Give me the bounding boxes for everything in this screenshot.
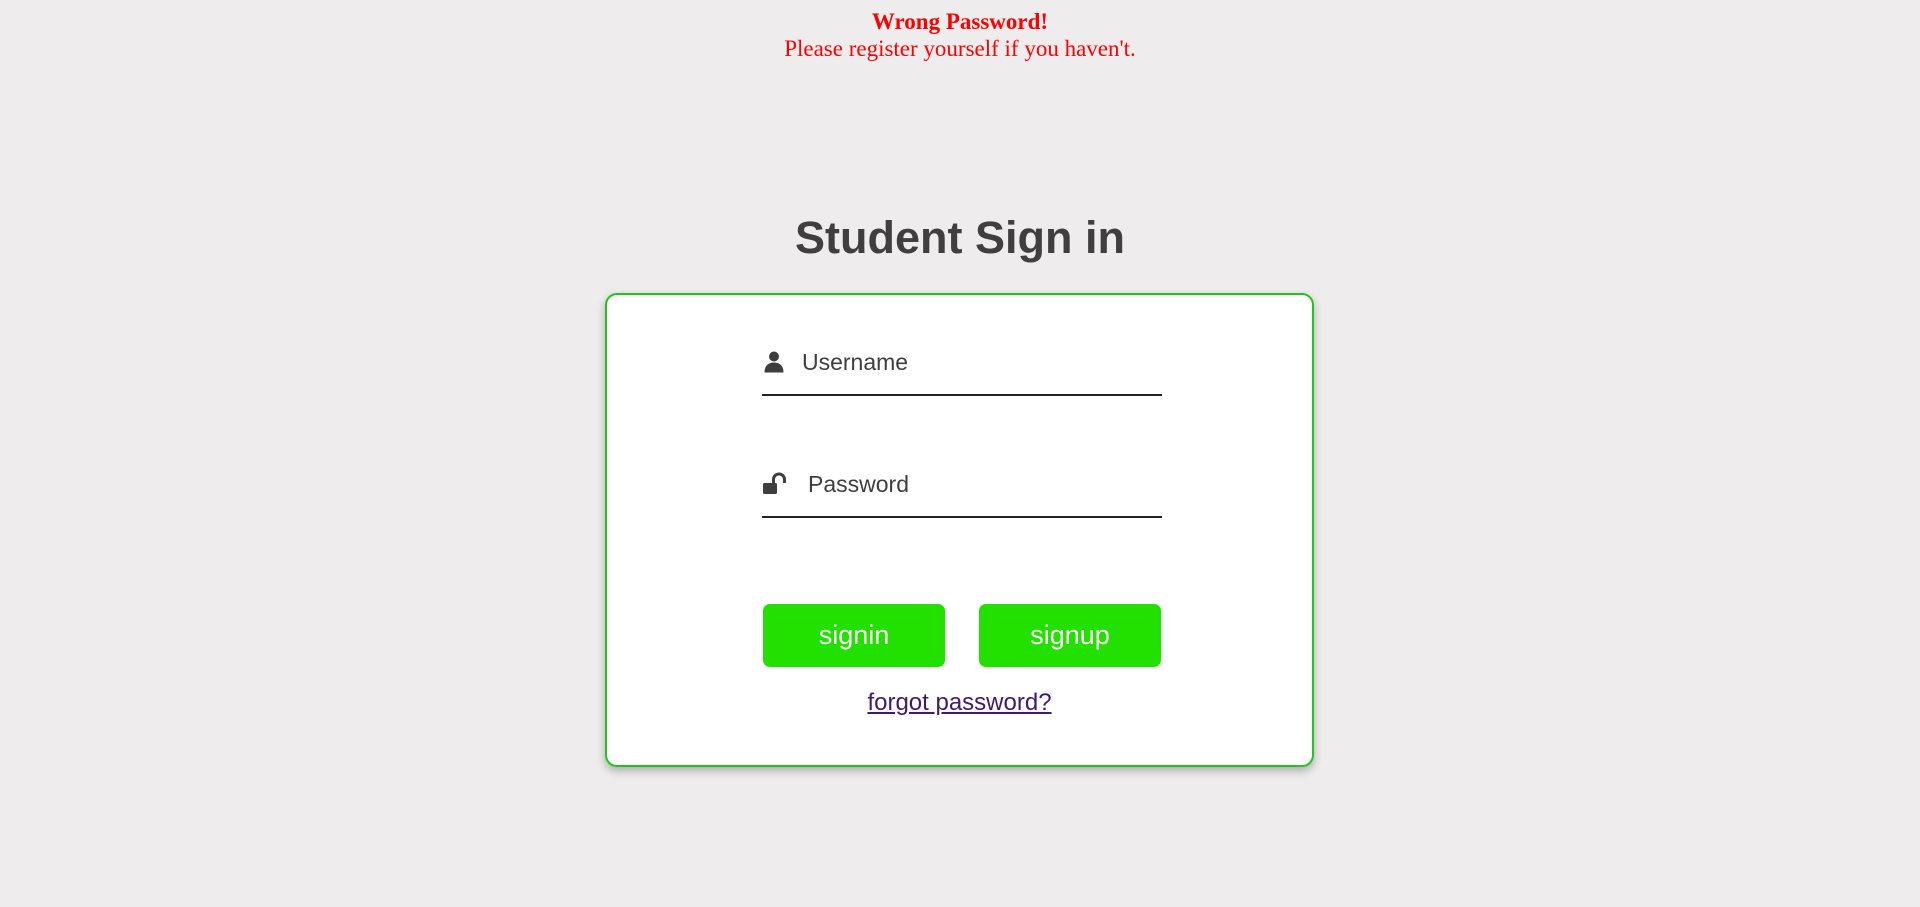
user-icon bbox=[762, 350, 786, 374]
signin-card: signin signup forgot password? bbox=[605, 293, 1314, 767]
unlock-icon bbox=[762, 472, 786, 496]
error-title: Wrong Password! bbox=[871, 9, 1049, 34]
password-input[interactable] bbox=[808, 466, 1157, 502]
signup-button[interactable]: signup bbox=[979, 604, 1161, 667]
page-title: Student Sign in bbox=[795, 212, 1125, 263]
forgot-password-link[interactable]: forgot password? bbox=[867, 689, 1051, 716]
username-input[interactable] bbox=[802, 344, 1157, 380]
error-message: Wrong Password! Please register yourself… bbox=[0, 8, 1920, 62]
password-field bbox=[762, 456, 1162, 518]
forgot-password-container: forgot password? bbox=[607, 688, 1312, 718]
signin-button[interactable]: signin bbox=[763, 604, 945, 667]
username-field bbox=[762, 334, 1162, 396]
error-subtitle: Please register yourself if you haven't. bbox=[784, 36, 1136, 61]
